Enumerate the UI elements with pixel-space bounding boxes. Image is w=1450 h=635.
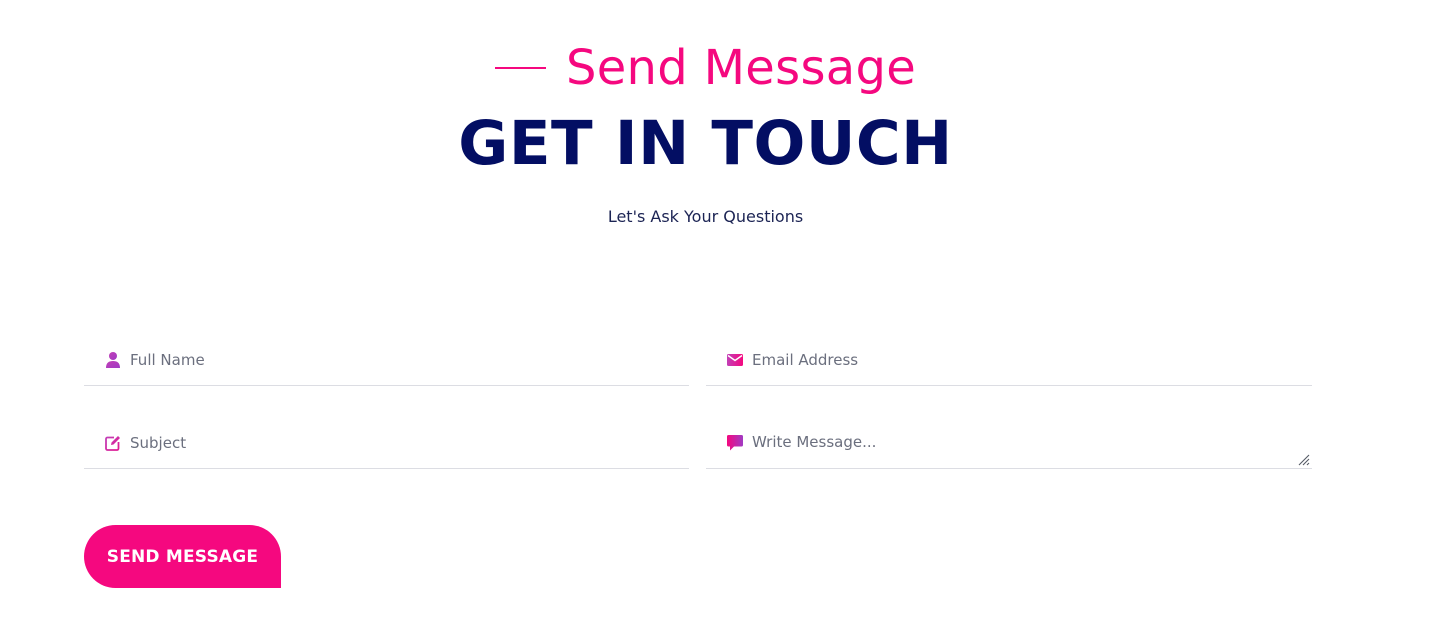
edit-icon: [104, 434, 122, 452]
envelope-icon: [726, 351, 744, 369]
message-field[interactable]: [706, 417, 1312, 469]
subject-field[interactable]: [84, 417, 689, 469]
eyebrow-text: Send Message: [565, 40, 917, 96]
resize-handle-icon[interactable]: [1296, 452, 1310, 466]
full-name-input[interactable]: [130, 347, 689, 372]
page-subtitle: Let's Ask Your Questions: [607, 207, 804, 226]
eyebrow-line: [494, 67, 546, 69]
page-title: GET IN TOUCH: [458, 108, 953, 179]
section-eyebrow: Send Message: [0, 40, 1411, 96]
message-textarea[interactable]: [752, 428, 1312, 457]
email-field[interactable]: [706, 334, 1312, 386]
comment-icon: [726, 434, 744, 452]
email-input[interactable]: [752, 347, 1312, 372]
subject-input[interactable]: [130, 430, 689, 455]
contact-section: Send Message GET IN TOUCH Let's Ask Your…: [0, 0, 1450, 635]
full-name-field[interactable]: [84, 334, 689, 386]
user-icon: [104, 351, 122, 369]
send-message-button[interactable]: SEND MESSAGE: [84, 525, 281, 588]
